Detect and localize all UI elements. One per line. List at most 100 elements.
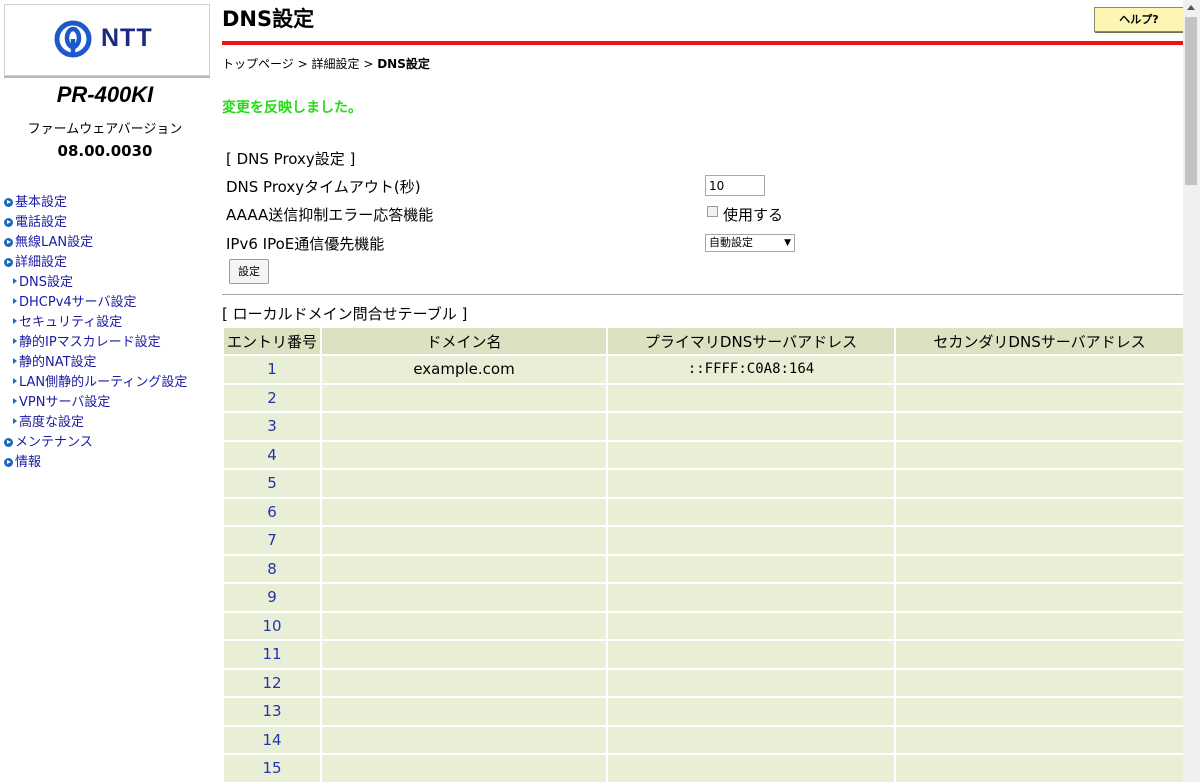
vertical-scrollbar[interactable] [1183, 0, 1200, 782]
sidebar-item-label: セキュリティ設定 [19, 315, 123, 330]
triangle-bullet-icon [13, 418, 17, 424]
domain-cell [322, 413, 606, 440]
triangle-bullet-icon [13, 378, 17, 384]
aaaa-checkbox[interactable] [707, 206, 718, 217]
sidebar-item-label: メンテナンス [15, 435, 93, 450]
secondary-dns-cell [896, 413, 1183, 440]
local-domain-section-title: [ ローカルドメイン問合せテーブル ] [222, 305, 468, 323]
entry-cell[interactable]: 7 [224, 527, 320, 554]
sidebar-item[interactable]: 情報 [4, 453, 187, 473]
sidebar-item[interactable]: 詳細設定 [4, 253, 187, 273]
table-row: 7 [224, 527, 1183, 554]
entry-cell[interactable]: 8 [224, 555, 320, 582]
sidebar-subitem[interactable]: セキュリティ設定 [4, 313, 187, 333]
sidebar-item-label: DNS設定 [19, 275, 73, 290]
primary-dns-cell [608, 555, 894, 582]
breadcrumb-item-top[interactable]: トップページ [222, 57, 294, 71]
domain-cell [322, 384, 606, 411]
sidebar-item[interactable]: 無線LAN設定 [4, 233, 187, 253]
sidebar-item-label: LAN側静的ルーティング設定 [19, 375, 188, 390]
sidebar-item-label: 無線LAN設定 [15, 235, 94, 250]
secondary-dns-cell [896, 356, 1183, 383]
entry-cell[interactable]: 15 [224, 755, 320, 782]
ipv6-label: IPv6 IPoE通信優先機能 [226, 235, 385, 253]
domain-cell [322, 698, 606, 725]
sidebar-subitem[interactable]: VPNサーバ設定 [4, 393, 187, 413]
entry-cell[interactable]: 3 [224, 413, 320, 440]
circle-arrow-icon [4, 238, 13, 247]
local-domain-table: エントリ番号 ドメイン名 プライマリDNSサーバアドレス セカンダリDNSサーバ… [222, 326, 1185, 784]
entry-cell[interactable]: 13 [224, 698, 320, 725]
table-row: 11 [224, 641, 1183, 668]
primary-dns-cell [608, 641, 894, 668]
sidebar: NTT PR-400KI ファームウェアバージョン 08.00.0030 基本設… [0, 0, 210, 782]
table-row: 10 [224, 612, 1183, 639]
sidebar-subitem[interactable]: LAN側静的ルーティング設定 [4, 373, 187, 393]
table-row: 2 [224, 384, 1183, 411]
page-title: DNS設定 [222, 7, 315, 31]
timeout-input[interactable] [705, 175, 765, 196]
secondary-dns-cell [896, 641, 1183, 668]
breadcrumb-item-current: DNS設定 [377, 57, 430, 71]
primary-dns-cell [608, 527, 894, 554]
set-button[interactable]: 設定 [229, 259, 269, 284]
secondary-dns-cell [896, 498, 1183, 525]
entry-cell[interactable]: 1 [224, 356, 320, 383]
logo: NTT [4, 4, 210, 76]
domain-cell [322, 584, 606, 611]
table-row: 14 [224, 726, 1183, 753]
sidebar-subitem[interactable]: 静的IPマスカレード設定 [4, 333, 187, 353]
entry-cell[interactable]: 14 [224, 726, 320, 753]
status-message: 変更を反映しました。 [222, 100, 362, 116]
domain-cell [322, 470, 606, 497]
primary-dns-cell [608, 726, 894, 753]
sidebar-item[interactable]: メンテナンス [4, 433, 187, 453]
header-divider [222, 41, 1183, 45]
col-header-primary-dns: プライマリDNSサーバアドレス [608, 328, 894, 354]
entry-cell[interactable]: 11 [224, 641, 320, 668]
scroll-up-arrow-icon[interactable] [1187, 5, 1195, 10]
firmware-version: 08.00.0030 [57, 142, 153, 160]
table-row: 9 [224, 584, 1183, 611]
sidebar-item-label: 高度な設定 [19, 415, 85, 430]
circle-arrow-icon [4, 258, 13, 267]
secondary-dns-cell [896, 527, 1183, 554]
breadcrumb-item-advanced[interactable]: 詳細設定 [311, 57, 359, 71]
logo-text: NTT [101, 24, 153, 52]
table-row: 3 [224, 413, 1183, 440]
scroll-thumb[interactable] [1185, 17, 1197, 185]
entry-cell[interactable]: 10 [224, 612, 320, 639]
breadcrumb-separator: > [363, 57, 378, 71]
secondary-dns-cell [896, 384, 1183, 411]
domain-cell [322, 555, 606, 582]
entry-cell[interactable]: 9 [224, 584, 320, 611]
secondary-dns-cell [896, 755, 1183, 782]
table-row: 12 [224, 669, 1183, 696]
sidebar-item-label: 電話設定 [15, 215, 68, 230]
sidebar-item[interactable]: 電話設定 [4, 213, 187, 233]
aaaa-label: AAAA送信抑制エラー応答機能 [226, 206, 434, 224]
circle-arrow-icon [4, 218, 13, 227]
triangle-bullet-icon [13, 398, 17, 404]
primary-dns-cell [608, 498, 894, 525]
entry-cell[interactable]: 6 [224, 498, 320, 525]
domain-cell [322, 726, 606, 753]
aaaa-checkbox-label[interactable]: 使用する [723, 204, 783, 225]
entry-cell[interactable]: 12 [224, 669, 320, 696]
sidebar-subitem[interactable]: 静的NAT設定 [4, 353, 187, 373]
table-row: 4 [224, 441, 1183, 468]
table-header-row: エントリ番号 ドメイン名 プライマリDNSサーバアドレス セカンダリDNSサーバ… [224, 328, 1183, 354]
entry-cell[interactable]: 4 [224, 441, 320, 468]
domain-cell [322, 612, 606, 639]
help-button[interactable]: ヘルプ? [1094, 7, 1184, 32]
ipv6-priority-select[interactable]: 自動設定 ▼ [705, 234, 795, 252]
sidebar-subitem[interactable]: 高度な設定 [4, 413, 187, 433]
triangle-bullet-icon [13, 278, 17, 284]
entry-cell[interactable]: 5 [224, 470, 320, 497]
triangle-bullet-icon [13, 318, 17, 324]
entry-cell[interactable]: 2 [224, 384, 320, 411]
sidebar-item[interactable]: 基本設定 [4, 193, 187, 213]
sidebar-subitem[interactable]: DHCPv4サーバ設定 [4, 293, 187, 313]
sidebar-subitem[interactable]: DNS設定 [4, 273, 187, 293]
domain-cell [322, 669, 606, 696]
